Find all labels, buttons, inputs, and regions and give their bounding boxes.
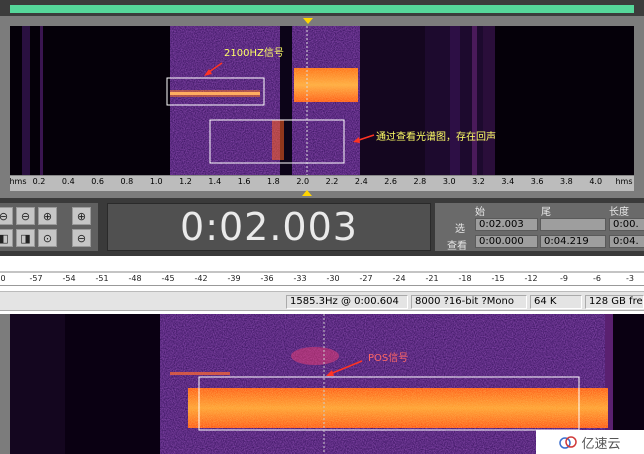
header-start: 始 xyxy=(475,207,485,218)
status-size: 64 K xyxy=(530,295,582,309)
level-meter-label: -51 xyxy=(95,274,109,283)
ruler-tick-label: 1.0 xyxy=(149,177,163,186)
level-meter-label: -27 xyxy=(359,274,373,283)
zoom-vertical-icon: ⊕ xyxy=(76,209,87,223)
ruler-tick-label: 1.6 xyxy=(237,177,251,186)
level-meter-label: -57 xyxy=(29,274,43,283)
ruler-tick-label: 2.0 xyxy=(296,177,310,186)
zoom-selection-icon: ⊙ xyxy=(42,231,53,245)
status-free: 128 GB free xyxy=(585,295,644,309)
zoom-in-button[interactable]: ⊕ xyxy=(38,207,57,225)
zoom-left-button[interactable]: ◧ xyxy=(0,229,13,247)
zoom-out-vertical-icon: ⊖ xyxy=(76,231,87,245)
view-start-field[interactable]: 0:00.000 xyxy=(475,235,538,248)
zoom-selection-button[interactable]: ⊙ xyxy=(38,229,57,247)
zoom-right-button[interactable]: ◨ xyxy=(16,229,35,247)
ruler-tick-label: 1.8 xyxy=(267,177,280,186)
select-start-field[interactable]: 0:02.003 xyxy=(475,218,538,231)
ruler-tick-label: 1.2 xyxy=(179,177,192,186)
top-spectrogram-canvas xyxy=(10,26,634,175)
level-meter-label: -30 xyxy=(326,274,340,283)
ruler-tick-label: 3.6 xyxy=(530,177,544,186)
level-meter-label: -12 xyxy=(524,274,538,283)
annotation-2100hz: 2100HZ信号 xyxy=(224,48,284,59)
top-spectrogram[interactable]: 2100HZ信号 通过查看光谱图，存在回声 xyxy=(10,26,634,175)
zoom-full-vertical-button[interactable]: ⊕ xyxy=(72,207,91,225)
ruler-tick-label: 2.4 xyxy=(354,177,368,186)
level-meter-label: -18 xyxy=(458,274,472,283)
level-meter-label: -24 xyxy=(392,274,406,283)
watermark-logo: 亿速云 xyxy=(536,430,644,454)
cloud-logo-icon xyxy=(559,436,578,449)
ruler-tick-label: 2.8 xyxy=(413,177,427,186)
level-meter-label: -42 xyxy=(194,274,208,283)
playhead-bottom-marker[interactable] xyxy=(302,190,312,196)
ruler-tick-label: 2.6 xyxy=(384,177,397,186)
ruler-tick-label: 3.2 xyxy=(472,177,485,186)
row-label-select: 选 xyxy=(455,224,465,235)
playhead-top-marker[interactable] xyxy=(303,18,313,24)
row-label-view: 查看 xyxy=(447,241,467,252)
header-end: 尾 xyxy=(541,207,551,218)
level-meter-label: -36 xyxy=(260,274,274,283)
watermark-text: 亿速云 xyxy=(581,436,621,452)
status-cursor: 1585.3Hz @ 0:00.604 xyxy=(286,295,408,309)
zoom-in-icon: ⊕ xyxy=(42,209,53,223)
time-ruler[interactable]: hms hms 0.2 0.4 0.6 0.8 1.0 1.2 1.4 1.6 1.8 2.0 2.… xyxy=(9,175,634,191)
level-meter-label: -6 xyxy=(593,274,601,283)
zoom-right-icon: ◨ xyxy=(20,231,31,245)
ruler-tick-label: 3.4 xyxy=(501,177,515,186)
ruler-tick-label: 0.4 xyxy=(61,177,75,186)
zoom-out-button[interactable]: ⊖ xyxy=(16,207,35,225)
level-meter-label: -48 xyxy=(128,274,142,283)
zoom-left-icon: ◧ xyxy=(0,231,9,245)
ruler-tick-label: 3.8 xyxy=(560,177,573,186)
annotation-echo: 通过查看光谱图，存在回声 xyxy=(376,132,496,143)
selection-view-panel: 始 尾 长度 选 查看 0:02.003 0:00. 0:00.000 0:04… xyxy=(435,203,644,252)
ruler-unit-left: hms xyxy=(9,177,27,186)
view-end-field[interactable]: 0:04.219 xyxy=(540,235,606,248)
level-meter-label: -33 xyxy=(293,274,307,283)
select-end-field[interactable] xyxy=(540,218,606,231)
annotation-pos: POS信号 xyxy=(368,353,409,364)
overview-bar[interactable] xyxy=(10,5,634,13)
zoom-out-icon: ⊖ xyxy=(20,209,31,223)
level-meter-label: -15 xyxy=(491,274,505,283)
level-meter-label: -54 xyxy=(62,274,76,283)
level-meter-label: -45 xyxy=(161,274,175,283)
status-bar: 1585.3Hz @ 0:00.604 8000 ?16-bit ?Mono 6… xyxy=(0,291,644,311)
ruler-unit-right: hms xyxy=(615,177,633,186)
select-length-field[interactable]: 0:00. xyxy=(609,218,644,231)
zoom-out-full-button[interactable]: ⊖ xyxy=(0,207,13,225)
ruler-tick-label: 0.2 xyxy=(32,177,46,186)
level-meter-ruler: 0 -57 -54 -51 -48 -45 -42 -39 -36 -33 -30 -27 -24 -21… xyxy=(0,263,644,286)
ruler-tick-label: 0.6 xyxy=(91,177,104,186)
level-meter-label: -3 xyxy=(626,274,634,283)
level-meter-ticks xyxy=(0,271,644,273)
level-meter-label: -9 xyxy=(560,274,568,283)
ruler-tick-label: 3.0 xyxy=(442,177,456,186)
level-meter-label: -39 xyxy=(227,274,241,283)
ruler-tick-label: 1.4 xyxy=(208,177,222,186)
ruler-tick-label: 4.0 xyxy=(589,177,603,186)
time-display-panel: 0:02.003 xyxy=(107,203,431,251)
ruler-tick-label: 2.2 xyxy=(325,177,339,186)
time-readout: 0:02.003 xyxy=(180,205,358,249)
zoom-tool-panel: ⊖ ⊖ ⊕ ⊕ ◧ ◨ ⊙ ⊖ xyxy=(0,203,98,251)
level-meter-label: 0 xyxy=(0,274,6,283)
status-format: 8000 ?16-bit ?Mono xyxy=(411,295,527,309)
level-meter-label: -21 xyxy=(425,274,439,283)
zoom-out-full-icon: ⊖ xyxy=(0,209,9,223)
zoom-out-vertical-button[interactable]: ⊖ xyxy=(72,229,91,247)
ruler-tick-label: 0.8 xyxy=(120,177,134,186)
header-length: 长度 xyxy=(609,207,629,218)
view-length-field[interactable]: 0:04. xyxy=(609,235,644,248)
